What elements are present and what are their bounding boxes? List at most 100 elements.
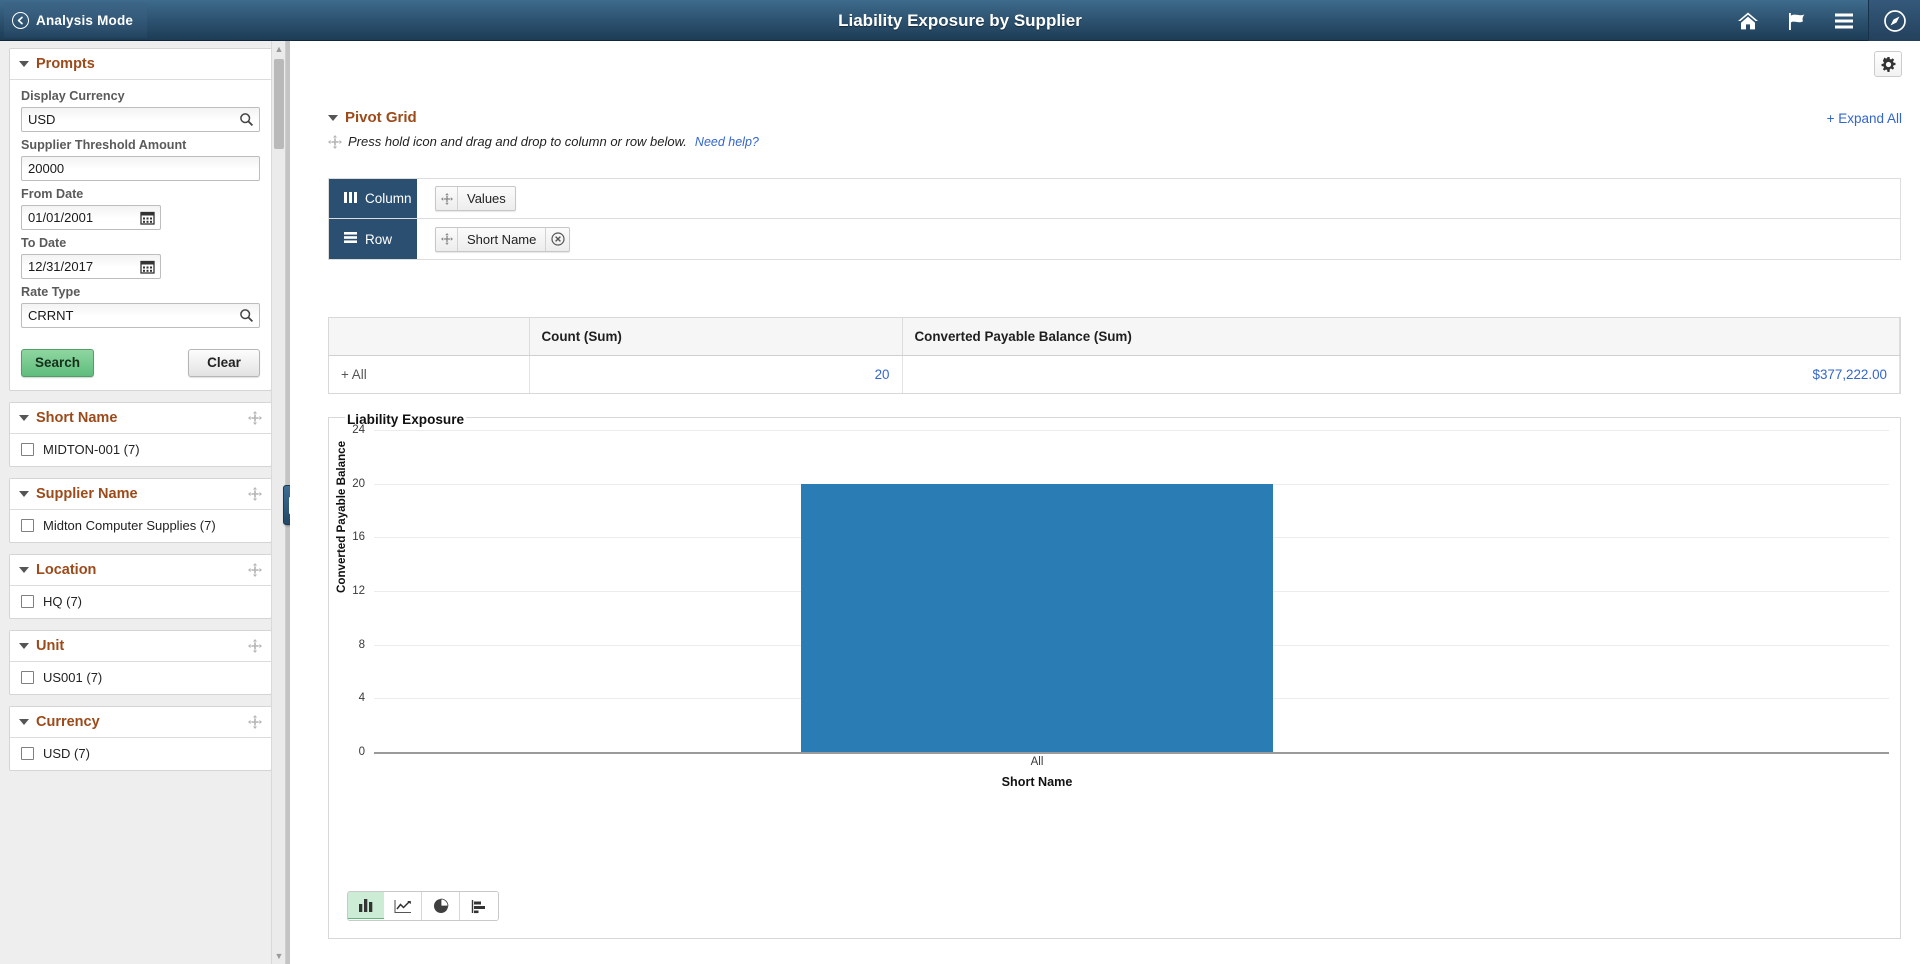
facet-item-label: USD (7) [43,746,90,761]
table-header-balance: Converted Payable Balance (Sum) [902,318,1900,356]
row-dropzone[interactable]: Row Short Name [328,219,1901,260]
scroll-down-arrow-icon[interactable]: ▼ [272,948,286,964]
calendar-icon[interactable] [139,259,155,275]
flag-icon[interactable] [1772,0,1820,41]
short-name-chip[interactable]: Short Name [435,227,570,252]
facet-checkbox[interactable] [21,747,34,760]
facet-item[interactable]: HQ (7) [10,586,271,618]
pivot-grid-section-header[interactable]: Pivot Grid [328,109,417,126]
pie-chart-button[interactable] [422,892,460,920]
facet-short-name-header[interactable]: Short Name [10,403,271,434]
y-axis-tick: 0 [331,746,365,758]
facet-item[interactable]: MIDTON-001 (7) [10,434,271,466]
collapse-caret-icon[interactable] [19,643,29,649]
collapse-caret-icon[interactable] [19,491,29,497]
facet-location-header[interactable]: Location [10,555,271,586]
column-dropzone[interactable]: Column Values [328,178,1901,219]
row-dropzone-label: Row [365,232,392,247]
y-axis-tick: 4 [331,692,365,704]
search-icon[interactable] [238,112,254,128]
facet-checkbox[interactable] [21,595,34,608]
facet-title: Currency [36,714,248,730]
facet-supplier-name-header[interactable]: Supplier Name [10,479,271,510]
collapse-caret-icon[interactable] [19,719,29,725]
facet-currency: Currency USD (7) [9,706,272,771]
facet-checkbox[interactable] [21,443,34,456]
search-icon[interactable] [238,308,254,324]
y-axis-tick: 24 [331,424,365,436]
facet-title: Location [36,562,248,578]
move-handle-icon[interactable] [248,639,262,653]
scrollbar-thumb[interactable] [274,59,284,149]
to-date-field[interactable] [21,254,161,279]
collapse-caret-icon[interactable] [19,415,29,421]
from-date-field[interactable] [21,205,161,230]
table-row-label-all[interactable]: + All [329,356,529,394]
expand-all-link[interactable]: + Expand All [1827,111,1902,126]
facet-item-label: HQ (7) [43,594,82,609]
bar-chart-button[interactable] [347,891,385,919]
navbar-compass-icon[interactable] [1868,0,1920,41]
clear-button[interactable]: Clear [188,349,260,377]
display-currency-input[interactable] [22,108,259,131]
scroll-up-arrow-icon[interactable]: ▲ [272,41,286,57]
facet-item[interactable]: Midton Computer Supplies (7) [10,510,271,542]
supplier-threshold-field[interactable] [21,156,260,181]
application-window: Analysis Mode Liability Exposure by Supp… [0,0,1920,964]
facet-unit-header[interactable]: Unit [10,631,271,662]
column-dropzone-label: Column [365,191,412,206]
chart-y-axis-label: Converted Payable Balance [335,441,348,593]
column-dropzone-label-cell: Column [329,179,417,218]
bar-series-all[interactable] [801,484,1273,752]
row-dropzone-body[interactable]: Short Name [417,219,1900,259]
collapse-caret-icon[interactable] [19,567,29,573]
calendar-icon[interactable] [139,210,155,226]
rate-type-field[interactable] [21,303,260,328]
count-value-link[interactable]: 20 [875,367,890,382]
move-handle-icon[interactable] [248,487,262,501]
column-dropzone-body[interactable]: Values [417,179,1900,218]
column-icon [344,191,357,207]
need-help-link[interactable]: Need help? [695,135,759,149]
balance-value-link[interactable]: $377,222.00 [1813,367,1887,382]
short-name-chip-label: Short Name [458,232,545,247]
display-currency-field[interactable] [21,107,260,132]
row-icon [344,231,357,247]
home-icon[interactable] [1724,0,1772,41]
table-cell-balance: $377,222.00 [902,356,1900,394]
rate-type-label: Rate Type [21,285,260,299]
prompts-title: Prompts [36,56,262,72]
line-chart-button[interactable] [384,892,422,920]
facet-currency-header[interactable]: Currency [10,707,271,738]
move-handle-icon[interactable] [248,563,262,577]
hamburger-menu-icon[interactable] [1820,0,1868,41]
facet-checkbox[interactable] [21,671,34,684]
facet-unit: Unit US001 (7) [9,630,272,695]
pivot-table: Count (Sum) Converted Payable Balance (S… [328,317,1901,394]
prompts-card-header[interactable]: Prompts [10,49,271,80]
header-icon-group [1724,0,1920,41]
top-header-bar: Analysis Mode Liability Exposure by Supp… [0,0,1920,41]
collapse-caret-icon[interactable] [19,61,29,67]
values-chip[interactable]: Values [435,186,516,211]
facet-item[interactable]: US001 (7) [10,662,271,694]
rate-type-input[interactable] [22,304,259,327]
facet-item[interactable]: USD (7) [10,738,271,770]
supplier-threshold-input[interactable] [22,157,259,180]
x-axis-line [374,752,1889,754]
facet-short-name: Short Name MIDTON-001 (7) [9,402,272,467]
remove-chip-icon[interactable] [545,228,569,251]
analysis-mode-back-button[interactable]: Analysis Mode [4,2,147,38]
facet-checkbox[interactable] [21,519,34,532]
move-handle-icon[interactable] [436,228,458,251]
horizontal-bar-chart-button[interactable] [460,892,498,920]
collapse-caret-icon[interactable] [328,115,338,121]
search-button[interactable]: Search [21,349,94,377]
move-handle-icon[interactable] [248,411,262,425]
chevron-left-icon [12,12,29,29]
move-handle-icon[interactable] [436,187,458,210]
prompts-card-body: Display Currency Supplier Threshold Amou… [10,80,271,390]
gear-icon[interactable] [1874,51,1902,77]
move-handle-icon[interactable] [248,715,262,729]
to-date-label: To Date [21,236,260,250]
